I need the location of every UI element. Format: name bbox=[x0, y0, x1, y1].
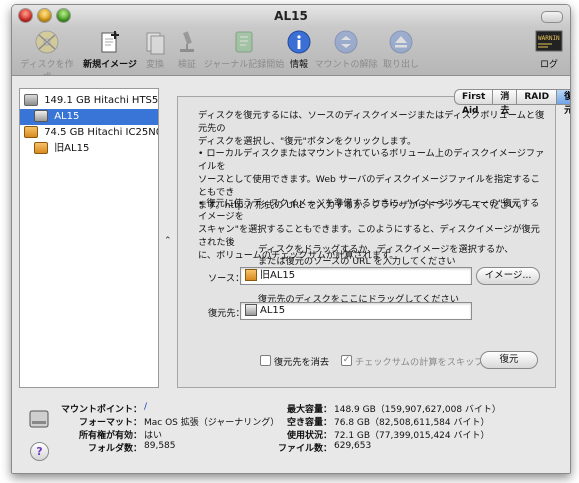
para-line: ソースとして使用できます。Web サーバのディスクイメージファイルを指定すること… bbox=[198, 174, 540, 198]
toolbar: ディスクを作成 新規イメージ 変換 検証 ジャーナル記録開始 bbox=[12, 27, 570, 83]
intro-line: ディスクを復元するには、ソースのディスクイメージまたはディスクボリュームと復元先… bbox=[198, 110, 545, 134]
restore-button[interactable]: 復元 bbox=[480, 351, 538, 369]
toolbar-toggle-button[interactable] bbox=[541, 11, 563, 23]
burn-disc-icon bbox=[34, 29, 60, 55]
unmount-button[interactable]: マウントの解除 bbox=[314, 29, 378, 70]
volume-item-al15[interactable]: AL15 bbox=[20, 109, 158, 125]
used-value: 72.1 GB（77,399,015,424 バイト） bbox=[334, 431, 490, 441]
para-line: • 復元に使うディスクイメージを準備するときに、"イメージ"メニューの"復元する… bbox=[198, 198, 540, 222]
verify-label: 検証 bbox=[177, 60, 196, 70]
external-volume-icon bbox=[245, 269, 257, 281]
log-badge-text: WARNIN bbox=[538, 35, 560, 42]
source-field[interactable]: 旧AL15 bbox=[240, 267, 472, 285]
burn-button[interactable]: ディスクを作成 bbox=[16, 29, 78, 83]
convert-button[interactable]: 変換 bbox=[140, 29, 170, 70]
available-label: 空き容量： bbox=[286, 418, 332, 428]
file-count-value: 629,653 bbox=[334, 441, 372, 451]
main-content: 149.1 GB Hitachi HTS54... AL15 74.5 GB H… bbox=[12, 76, 570, 473]
splitter-handle[interactable]: ⌃ bbox=[164, 236, 172, 246]
info-icon bbox=[286, 29, 312, 55]
unmount-label: マウントの解除 bbox=[314, 60, 378, 70]
verify-microscope-icon bbox=[174, 29, 200, 55]
source-value: 旧AL15 bbox=[260, 270, 296, 281]
capacity-label: 最大容量： bbox=[286, 405, 332, 415]
info-button[interactable]: 情報 bbox=[286, 29, 312, 70]
hint-line: ディスクをドラッグするか、ディスクイメージを選択するか、 bbox=[258, 244, 514, 255]
help-button[interactable]: ? bbox=[30, 442, 49, 461]
volume-label: AL15 bbox=[54, 111, 80, 122]
available-value: 76.8 GB（82,508,611,584 バイト） bbox=[334, 418, 490, 428]
log-button[interactable]: WARNIN ログ bbox=[532, 29, 566, 70]
capacity-value: 148.9 GB（159,907,627,008 バイト） bbox=[334, 405, 501, 415]
eject-icon bbox=[388, 29, 414, 55]
unmount-icon bbox=[333, 29, 359, 55]
hard-disk-icon bbox=[24, 94, 38, 106]
mount-point-label: マウントポイント： bbox=[60, 405, 142, 415]
volume-label: 旧AL15 bbox=[54, 143, 90, 154]
destination-value: AL15 bbox=[260, 305, 286, 316]
tab-first-aid[interactable]: First Aid bbox=[454, 89, 493, 116]
title-bar: AL15 bbox=[12, 5, 570, 28]
restore-panel: First Aid 消去 RAID 復元 ディスクを復元するには、ソースのディス… bbox=[177, 89, 570, 388]
log-console-icon: WARNIN bbox=[535, 29, 563, 55]
disk-list: 149.1 GB Hitachi HTS54... AL15 74.5 GB H… bbox=[19, 88, 159, 388]
source-label: ソース： bbox=[208, 273, 245, 284]
tab-erase[interactable]: 消去 bbox=[492, 89, 517, 116]
eject-label: 取り出し bbox=[382, 60, 419, 70]
new-image-icon bbox=[97, 29, 123, 55]
para-line: • ローカルディスクまたはマウントされているボリューム上のディスクイメージファイ… bbox=[198, 148, 545, 172]
verify-button[interactable]: 検証 bbox=[172, 29, 202, 70]
new-image-button[interactable]: 新規イメージ bbox=[82, 29, 138, 70]
disk-item-hitachi-149gb[interactable]: 149.1 GB Hitachi HTS54... bbox=[20, 93, 158, 109]
skip-checksum-label: チェックサムの計算をスキップ bbox=[355, 357, 484, 368]
owners-enabled-label: 所有権が有効： bbox=[78, 431, 142, 441]
disk-utility-window: AL15 ディスクを作成 新規イメージ 変換 検証 bbox=[11, 4, 571, 474]
eject-button[interactable]: 取り出し bbox=[380, 29, 422, 70]
erase-destination-label: 復元先を消去 bbox=[274, 357, 330, 368]
journal-label: ジャーナル記録開始 bbox=[203, 60, 285, 70]
destination-field[interactable]: AL15 bbox=[240, 302, 472, 320]
file-count-label: ファイル数： bbox=[277, 444, 332, 454]
tab-restore[interactable]: 復元 bbox=[556, 89, 570, 116]
window-title: AL15 bbox=[274, 9, 308, 23]
mount-point-value[interactable]: / bbox=[144, 402, 147, 412]
volume-item-old-al15[interactable]: 旧AL15 bbox=[20, 141, 158, 157]
info-label: 情報 bbox=[289, 60, 308, 70]
erase-destination-checkbox[interactable] bbox=[260, 355, 271, 366]
skip-checksum-checkbox[interactable]: ✓ bbox=[341, 355, 352, 366]
external-disk-icon bbox=[24, 126, 38, 138]
external-volume-icon bbox=[34, 142, 48, 154]
volume-icon bbox=[245, 304, 257, 316]
log-label: ログ bbox=[539, 60, 558, 70]
owners-enabled-value: はい bbox=[144, 431, 163, 441]
source-hint: ディスクをドラッグするか、ディスクイメージを選択するか、 または復元のソースの … bbox=[258, 244, 513, 268]
disk-item-hitachi-74gb[interactable]: 74.5 GB Hitachi IC25N0... bbox=[20, 125, 158, 141]
used-label: 使用状況： bbox=[286, 431, 332, 441]
new-image-label: 新規イメージ bbox=[83, 60, 137, 70]
restore-intro: ディスクを復元するには、ソースのディスクイメージまたはディスクボリュームと復元先… bbox=[198, 109, 548, 148]
enable-journaling-button[interactable]: ジャーナル記録開始 bbox=[202, 29, 286, 70]
folder-count-value: 89,585 bbox=[144, 441, 176, 451]
image-button[interactable]: イメージ... bbox=[476, 267, 540, 285]
disk-label: 74.5 GB Hitachi IC25N0... bbox=[44, 127, 158, 138]
format-label: フォーマット： bbox=[78, 418, 142, 428]
convert-icon bbox=[142, 29, 168, 55]
disk-label: 149.1 GB Hitachi HTS54... bbox=[44, 95, 158, 106]
tab-raid[interactable]: RAID bbox=[516, 89, 557, 105]
convert-label: 変換 bbox=[145, 60, 164, 70]
volume-icon bbox=[34, 110, 48, 122]
journal-icon bbox=[231, 29, 257, 55]
tab-bar: First Aid 消去 RAID 復元 bbox=[454, 89, 570, 116]
